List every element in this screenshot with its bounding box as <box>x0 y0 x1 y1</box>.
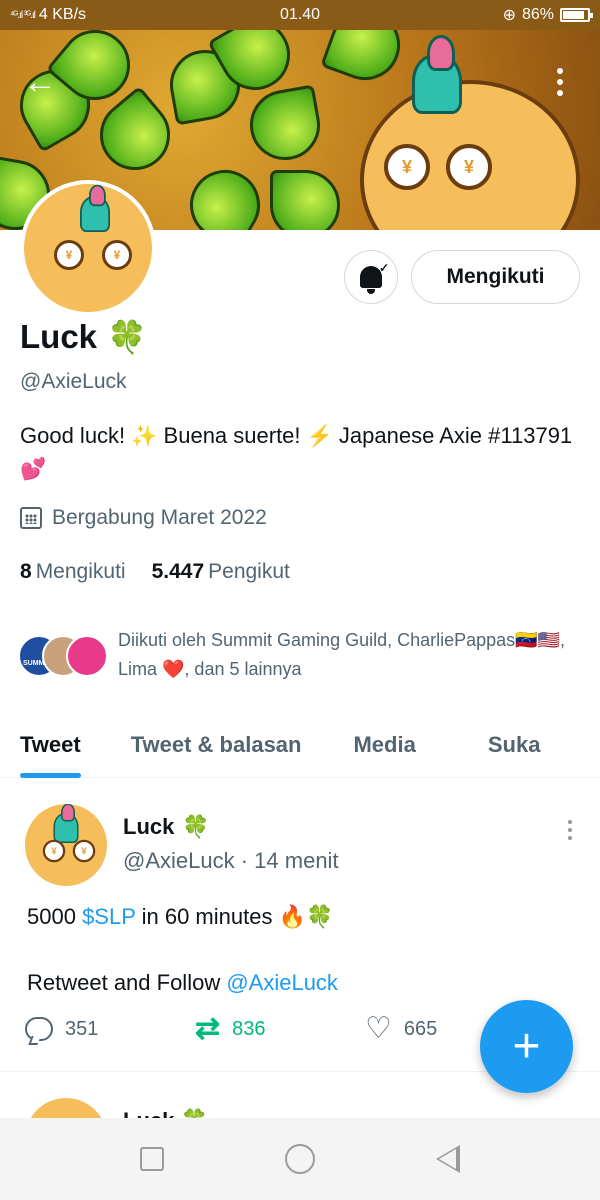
avatar <box>66 635 108 677</box>
twitter-profile-screen: ⁴ᴳ.ıl ³ᴳ.ıl 4 KB/s 01.40 ⊕ 86% ¥ ¥ ← ¥ ¥… <box>0 0 600 1200</box>
tab-tweet-replies[interactable]: Tweet & balasan <box>131 712 302 778</box>
like-count: 665 <box>403 1017 438 1040</box>
joined-text: Bergabung Maret 2022 <box>52 506 267 529</box>
followed-by-text: Diikuti oleh Summit Gaming Guild, Charli… <box>118 630 565 679</box>
tweet-meta: @AxieLuck · 14 menit <box>123 848 339 873</box>
profile-tabs: Tweet Tweet & balasan Media Suka <box>0 712 600 778</box>
check-icon: ✓ <box>378 261 389 275</box>
following-label: Mengikuti <box>35 560 126 583</box>
profile-avatar[interactable] <box>20 180 156 316</box>
clover-emoji: 🍀 <box>107 319 147 355</box>
signal-indicator: ⁴ᴳ.ıl ³ᴳ.ıl <box>10 9 36 21</box>
reply-count: 351 <box>65 1017 99 1040</box>
follow-counts: 8 Mengikuti 5.447 Pengikut <box>20 560 290 584</box>
navigation-bar <box>0 1118 600 1200</box>
following-button[interactable]: Mengikuti <box>411 250 580 304</box>
tab-tweet[interactable]: Tweet <box>20 712 81 778</box>
tweet-more-icon[interactable] <box>568 820 572 840</box>
tab-label: Suka <box>487 732 541 757</box>
tab-label: Media <box>353 732 416 757</box>
retweet-icon: ⇄ <box>195 1012 221 1045</box>
hearts-emoji: 💕 <box>20 458 47 481</box>
tab-media[interactable]: Media <box>353 712 415 778</box>
profile-name: Luck <box>20 318 98 355</box>
profile-bio: Good luck! ✨ Buena suerte! ⚡ Japanese Ax… <box>20 420 580 486</box>
status-right: ⊕ 86% <box>502 5 593 25</box>
battery-fill <box>563 11 584 19</box>
reply-icon <box>25 1017 53 1041</box>
followers-label: Pengikut <box>208 560 290 583</box>
network-speed: 4 KB/s <box>38 6 87 23</box>
sparkles-emoji: ✨ <box>131 425 158 448</box>
followers-number: 5.447 <box>151 560 205 583</box>
following-count[interactable]: 8 Mengikuti <box>20 560 126 584</box>
more-vertical-icon[interactable] <box>540 60 580 104</box>
tab-label: Tweet & balasan <box>130 732 302 757</box>
battery-percent: 86% <box>521 6 554 23</box>
joined-date: Bergabung Maret 2022 <box>20 506 267 530</box>
heart-icon: ♡ <box>365 1012 392 1045</box>
home-icon[interactable] <box>284 1144 315 1174</box>
tweet-line: Retweet and Follow @AxieLuck <box>27 970 338 995</box>
mention-link[interactable]: @AxieLuck <box>226 970 338 995</box>
tweet-handle: @AxieLuck <box>123 848 235 873</box>
followed-by-row[interactable]: Diikuti oleh Summit Gaming Guild, Charli… <box>18 626 588 684</box>
cashtag-link[interactable]: $SLP <box>82 904 135 929</box>
bio-text: Buena suerte! <box>157 423 307 448</box>
reply-button[interactable]: 351 <box>25 1017 195 1041</box>
back-arrow-icon[interactable]: ← <box>18 60 62 104</box>
calendar-icon <box>20 507 42 529</box>
clover-emoji: 🍀 <box>182 814 210 839</box>
battery-icon <box>560 8 593 22</box>
tab-label: Tweet <box>20 732 81 757</box>
tweet-avatar[interactable] <box>25 804 107 886</box>
follower-avatars <box>18 633 108 677</box>
profile-name-row: Luck 🍀 <box>20 318 147 356</box>
bio-text: Good luck! <box>20 423 132 448</box>
back-icon[interactable] <box>435 1145 460 1173</box>
fire-clover-emoji: 🔥🍀 <box>278 904 334 929</box>
recent-apps-icon[interactable] <box>140 1147 165 1171</box>
tweet-author-name[interactable]: Luck 🍀 <box>123 814 210 840</box>
tab-likes[interactable]: Suka <box>488 712 541 778</box>
retweet-button[interactable]: ⇄ 836 <box>195 1014 365 1044</box>
status-bar: ⁴ᴳ.ıl ³ᴳ.ıl 4 KB/s 01.40 ⊕ 86% <box>0 0 600 30</box>
notification-bell-button[interactable]: ✓ <box>344 250 398 304</box>
tweet-time: 14 menit <box>254 848 339 873</box>
retweet-count: 836 <box>232 1017 266 1040</box>
lock-rotation-icon: ⊕ <box>502 7 516 24</box>
compose-tweet-button[interactable]: + <box>480 1000 573 1093</box>
bio-text: Japanese Axie #113791 <box>332 423 573 448</box>
lightning-emoji: ⚡ <box>306 425 333 448</box>
following-number: 8 <box>20 560 32 583</box>
tweet-text: 5000 $SLP in 60 minutes 🔥🍀 Retweet and F… <box>27 900 567 999</box>
profile-handle: @AxieLuck <box>20 370 127 393</box>
status-left: ⁴ᴳ.ıl ³ᴳ.ıl 4 KB/s <box>10 6 86 24</box>
tweet-line: 5000 $SLP in 60 minutes 🔥🍀 <box>27 904 334 929</box>
followers-count[interactable]: 5.447 Pengikut <box>152 560 290 584</box>
author-name: Luck <box>123 814 175 839</box>
